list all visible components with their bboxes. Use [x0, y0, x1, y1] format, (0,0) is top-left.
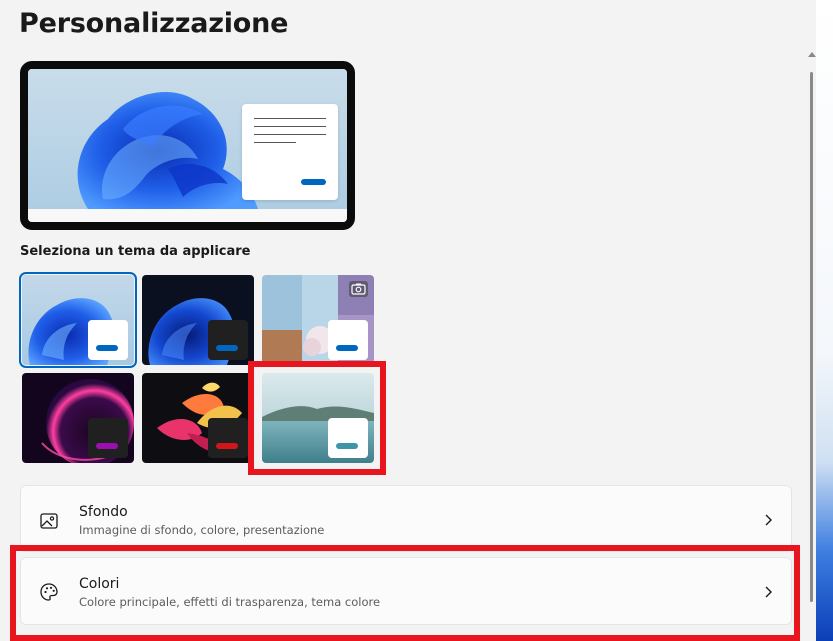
- theme-mini-window: [88, 320, 128, 360]
- setting-subtitle: Immagine di sfondo, colore, presentazion…: [79, 523, 325, 537]
- theme-windows-light[interactable]: [19, 272, 137, 368]
- theme-accent-swatch: [216, 443, 238, 449]
- theme-flow[interactable]: [262, 373, 374, 463]
- preview-taskbar: [28, 209, 347, 222]
- theme-mini-window: [328, 418, 368, 458]
- preview-accent-button: [301, 179, 326, 185]
- desktop-background-edge: [816, 0, 833, 641]
- setting-subtitle: Colore principale, effetti di trasparenz…: [79, 595, 381, 609]
- setting-colori[interactable]: Colori Colore principale, effetti di tra…: [20, 557, 792, 625]
- setting-title: Colori: [79, 576, 120, 592]
- theme-mini-window: [208, 320, 248, 360]
- theme-preview: [20, 61, 355, 230]
- theme-mini-window: [88, 418, 128, 458]
- theme-accent-swatch: [96, 345, 118, 351]
- theme-windows-dark[interactable]: [142, 275, 254, 365]
- theme-spotlight[interactable]: [262, 275, 374, 365]
- page-title: Personalizzazione: [19, 8, 289, 39]
- theme-accent-swatch: [96, 443, 118, 449]
- chevron-right-icon: [765, 586, 772, 598]
- theme-captured-motion[interactable]: [142, 373, 254, 463]
- theme-accent-swatch: [336, 345, 358, 351]
- palette-icon: [40, 583, 58, 601]
- preview-window: [242, 104, 338, 200]
- theme-accent-swatch: [336, 443, 358, 449]
- setting-title: Sfondo: [79, 504, 128, 520]
- setting-sfondo[interactable]: Sfondo Immagine di sfondo, colore, prese…: [20, 485, 792, 552]
- image-icon: [40, 513, 58, 529]
- chevron-right-icon: [765, 514, 772, 526]
- theme-mini-window: [328, 320, 368, 360]
- theme-glow[interactable]: [22, 373, 134, 463]
- scroll-up-arrow[interactable]: [808, 52, 816, 57]
- camera-icon: [349, 281, 368, 297]
- themes-label: Seleziona un tema da applicare: [20, 244, 251, 259]
- theme-mini-window: [208, 418, 248, 458]
- theme-accent-swatch: [216, 345, 238, 351]
- scrollbar-thumb[interactable]: [810, 72, 813, 602]
